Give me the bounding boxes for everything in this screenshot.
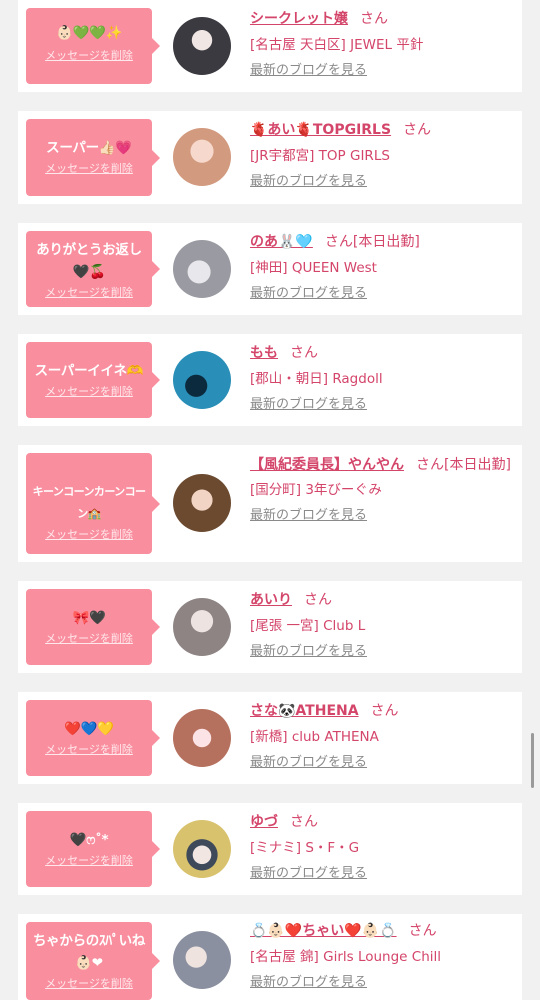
delete-message-link[interactable]: メッセージを削除 xyxy=(30,631,148,647)
message-text: 👶🏻💚💚✨ xyxy=(55,25,123,41)
list-item: ちゃからのｽﾊﾟいね👶🏻❤︎ メッセージを削除 💍👶🏻❤️ちゃい❤️👶🏻💍 さん … xyxy=(18,914,522,1000)
delete-message-link[interactable]: メッセージを削除 xyxy=(30,48,148,64)
shop-info: [名古屋 錦] Girls Lounge Chill xyxy=(250,949,442,965)
message-bubble: ❤️💙💛 メッセージを削除 xyxy=(26,700,160,776)
message-bubble: 👶🏻💚💚✨ メッセージを削除 xyxy=(26,8,160,84)
message-text: ありがとうお返し🖤🍒 xyxy=(36,242,142,280)
list-item: キーンコーンカーンコーン🏫 メッセージを削除 【風紀委員長】やんやん さん[本日出… xyxy=(18,445,522,562)
shop-info: [尾張 一宮] Club L xyxy=(250,618,366,634)
user-info: もも さん [郡山・朝日] Ragdoll 最新のブログを見る xyxy=(250,342,514,416)
message-text: ちゃからのｽﾊﾟいね👶🏻❤︎ xyxy=(32,933,146,971)
latest-blog-link[interactable]: 最新のブログを見る xyxy=(250,972,367,994)
user-name-link[interactable]: さな🐼ATHENA xyxy=(250,703,359,719)
status-text: [本日出勤] xyxy=(352,234,420,250)
honorific: さん xyxy=(290,814,318,830)
user-name-link[interactable]: もも xyxy=(250,345,278,361)
delete-message-link[interactable]: メッセージを削除 xyxy=(30,384,148,400)
avatar[interactable] xyxy=(173,598,231,656)
message-text: ❤️💙💛 xyxy=(64,721,114,737)
honorific: さん xyxy=(403,122,432,138)
scrollbar[interactable] xyxy=(531,733,534,788)
honorific: さん xyxy=(360,11,388,27)
message-text: スーパーイイネ🫶 xyxy=(34,363,144,379)
shop-info: [国分町] 3年びーぐみ xyxy=(250,482,382,498)
message-text: 🖤ෆ˚* xyxy=(69,832,109,848)
list-item: 🎀🖤 メッセージを削除 あいり さん [尾張 一宮] Club L 最新のブログを… xyxy=(18,581,522,673)
delete-message-link[interactable]: メッセージを削除 xyxy=(30,853,148,869)
avatar[interactable] xyxy=(173,931,231,989)
user-name-link[interactable]: 【風紀委員長】やんやん xyxy=(250,457,404,473)
honorific: さん xyxy=(290,345,318,361)
message-text: キーンコーンカーンコーン🏫 xyxy=(32,485,146,520)
delete-message-link[interactable]: メッセージを削除 xyxy=(30,161,148,177)
shop-info: [神田] QUEEN West xyxy=(250,260,377,276)
avatar[interactable] xyxy=(173,474,231,532)
honorific: さん xyxy=(324,234,353,250)
latest-blog-link[interactable]: 最新のブログを見る xyxy=(250,863,367,885)
avatar[interactable] xyxy=(173,820,231,878)
list-item: スーパー👍🏻💗 メッセージを削除 🫀あい🫀TOPGIRLS さん [JR宇都宮] … xyxy=(18,111,522,204)
user-info: 【風紀委員長】やんやん さん[本日出勤] [国分町] 3年びーぐみ 最新のブログを… xyxy=(250,453,514,527)
user-name-link[interactable]: シークレット嬢 xyxy=(250,11,348,27)
user-name-link[interactable]: ゆづ xyxy=(250,814,278,830)
user-name-link[interactable]: あいり xyxy=(250,592,292,608)
message-bubble: 🎀🖤 メッセージを削除 xyxy=(26,589,160,665)
delete-message-link[interactable]: メッセージを削除 xyxy=(30,285,148,301)
user-info: シークレット嬢 さん [名古屋 天白区] JEWEL 平針 最新のブログを見る xyxy=(250,8,514,82)
user-info: あいり さん [尾張 一宮] Club L 最新のブログを見る xyxy=(250,589,514,663)
delete-message-link[interactable]: メッセージを削除 xyxy=(30,976,148,992)
latest-blog-link[interactable]: 最新のブログを見る xyxy=(250,283,367,305)
notification-list: 👶🏻💚💚✨ メッセージを削除 シークレット嬢 さん [名古屋 天白区] JEWEL… xyxy=(0,0,540,1000)
honorific: さん xyxy=(370,703,399,719)
list-item: 👶🏻💚💚✨ メッセージを削除 シークレット嬢 さん [名古屋 天白区] JEWEL… xyxy=(18,0,522,92)
user-info: ゆづ さん [ミナミ] S・F・G 最新のブログを見る xyxy=(250,811,514,885)
shop-info: [郡山・朝日] Ragdoll xyxy=(250,371,383,387)
message-text: スーパー👍🏻💗 xyxy=(46,140,132,156)
status-text: [本日出勤] xyxy=(444,457,511,473)
latest-blog-link[interactable]: 最新のブログを見る xyxy=(250,641,367,663)
shop-info: [名古屋 天白区] JEWEL 平針 xyxy=(250,37,424,53)
avatar[interactable] xyxy=(173,128,231,186)
latest-blog-link[interactable]: 最新のブログを見る xyxy=(250,171,367,193)
list-item: ありがとうお返し🖤🍒 メッセージを削除 のあ🐰🩵 さん[本日出勤] [神田] QU… xyxy=(18,223,522,315)
message-text: 🎀🖤 xyxy=(72,610,106,626)
avatar[interactable] xyxy=(173,709,231,767)
delete-message-link[interactable]: メッセージを削除 xyxy=(30,742,148,758)
user-info: さな🐼ATHENA さん [新橋] club ATHENA 最新のブログを見る xyxy=(250,700,514,774)
message-bubble: スーパーイイネ🫶 メッセージを削除 xyxy=(26,342,160,418)
user-info: のあ🐰🩵 さん[本日出勤] [神田] QUEEN West 最新のブログを見る xyxy=(250,231,514,305)
user-name-link[interactable]: のあ🐰🩵 xyxy=(250,234,313,250)
avatar[interactable] xyxy=(173,17,231,75)
message-bubble: キーンコーンカーンコーン🏫 メッセージを削除 xyxy=(26,453,160,554)
list-item: ❤️💙💛 メッセージを削除 さな🐼ATHENA さん [新橋] club ATHE… xyxy=(18,692,522,784)
latest-blog-link[interactable]: 最新のブログを見る xyxy=(250,752,367,774)
avatar[interactable] xyxy=(173,240,231,298)
user-name-link[interactable]: 🫀あい🫀TOPGIRLS xyxy=(250,122,391,138)
user-info: 🫀あい🫀TOPGIRLS さん [JR宇都宮] TOP GIRLS 最新のブログを… xyxy=(250,119,514,193)
shop-info: [新橋] club ATHENA xyxy=(250,729,379,745)
shop-info: [ミナミ] S・F・G xyxy=(250,840,360,856)
user-name-link[interactable]: 💍👶🏻❤️ちゃい❤️👶🏻💍 xyxy=(250,923,397,939)
delete-message-link[interactable]: メッセージを削除 xyxy=(30,527,148,543)
avatar[interactable] xyxy=(173,351,231,409)
honorific: さん xyxy=(304,592,332,608)
latest-blog-link[interactable]: 最新のブログを見る xyxy=(250,60,367,82)
list-item: スーパーイイネ🫶 メッセージを削除 もも さん [郡山・朝日] Ragdoll 最… xyxy=(18,334,522,426)
shop-info: [JR宇都宮] TOP GIRLS xyxy=(250,148,390,164)
user-info: 💍👶🏻❤️ちゃい❤️👶🏻💍 さん [名古屋 錦] Girls Lounge Chi… xyxy=(250,920,514,994)
message-bubble: ありがとうお返し🖤🍒 メッセージを削除 xyxy=(26,231,160,307)
message-bubble: ちゃからのｽﾊﾟいね👶🏻❤︎ メッセージを削除 xyxy=(26,922,160,1000)
message-bubble: 🖤ෆ˚* メッセージを削除 xyxy=(26,811,160,887)
message-bubble: スーパー👍🏻💗 メッセージを削除 xyxy=(26,119,160,196)
latest-blog-link[interactable]: 最新のブログを見る xyxy=(250,394,367,416)
latest-blog-link[interactable]: 最新のブログを見る xyxy=(250,505,367,527)
honorific: さん xyxy=(416,457,444,473)
honorific: さん xyxy=(408,923,437,939)
list-item: 🖤ෆ˚* メッセージを削除 ゆづ さん [ミナミ] S・F・G 最新のブログを見る xyxy=(18,803,522,895)
